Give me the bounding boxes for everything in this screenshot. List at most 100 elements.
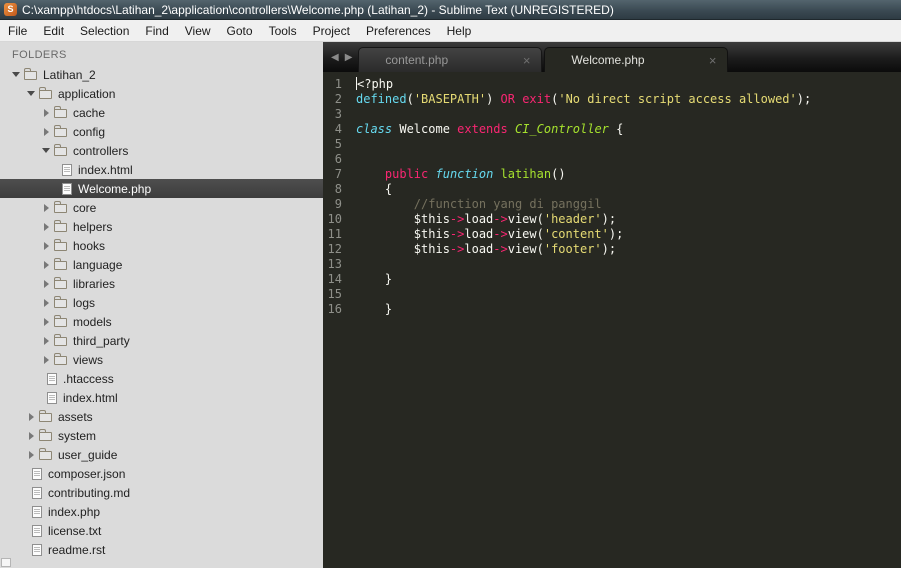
tab-welcome-php[interactable]: Welcome.php × — [544, 47, 729, 72]
tree-item-libraries[interactable]: libraries — [0, 274, 323, 293]
expand-arrow-icon[interactable] — [40, 278, 52, 290]
tree-item-hooks[interactable]: hooks — [0, 236, 323, 255]
expand-arrow-icon[interactable] — [40, 335, 52, 347]
expand-arrow-icon[interactable] — [40, 107, 52, 119]
collapse-arrow-icon[interactable] — [40, 145, 52, 157]
code-line-13[interactable]: 13 — [323, 257, 901, 272]
menu-selection[interactable]: Selection — [72, 21, 137, 41]
token: Welcome — [392, 122, 458, 136]
tree-item-core[interactable]: core — [0, 198, 323, 217]
expand-arrow-icon[interactable] — [40, 297, 52, 309]
tree-item-user-guide[interactable]: user_guide — [0, 445, 323, 464]
expand-arrow-icon[interactable] — [40, 126, 52, 138]
code-line-2[interactable]: 2 defined('BASEPATH') OR exit('No direct … — [323, 92, 901, 107]
tree-item-application[interactable]: application — [0, 84, 323, 103]
code-line-6[interactable]: 6 — [323, 152, 901, 167]
menu-view[interactable]: View — [177, 21, 219, 41]
tab-content-php[interactable]: content.php × — [358, 47, 543, 72]
tree-item-label: helpers — [73, 219, 113, 234]
menu-help[interactable]: Help — [439, 21, 480, 41]
menu-tools[interactable]: Tools — [261, 21, 305, 41]
expand-arrow-icon[interactable] — [25, 430, 37, 442]
expand-arrow-icon[interactable] — [40, 354, 52, 366]
menu-preferences[interactable]: Preferences — [358, 21, 439, 41]
code-line-9[interactable]: 9 //function yang di panggil — [323, 197, 901, 212]
code-line-3[interactable]: 3 — [323, 107, 901, 122]
tree-item-composer-json[interactable]: composer.json — [0, 464, 323, 483]
code-line-11[interactable]: 11 $this->load->view('content'); — [323, 227, 901, 242]
code-line-7[interactable]: 7 public function latihan() — [323, 167, 901, 182]
code-line-16[interactable]: 16 } — [323, 302, 901, 317]
code-line-15[interactable]: 15 — [323, 287, 901, 302]
code-line-5[interactable]: 5 — [323, 137, 901, 152]
expand-arrow-icon[interactable] — [40, 316, 52, 328]
tree-item-cache[interactable]: cache — [0, 103, 323, 122]
tree-item-helpers[interactable]: helpers — [0, 217, 323, 236]
expand-arrow-icon[interactable] — [40, 259, 52, 271]
collapse-arrow-icon[interactable] — [10, 69, 22, 81]
tree-item-controllers[interactable]: controllers — [0, 141, 323, 160]
token: { — [608, 122, 624, 136]
tree-item-third-party[interactable]: third_party — [0, 331, 323, 350]
tab-back-icon[interactable]: ◀ — [331, 52, 339, 63]
collapse-arrow-icon[interactable] — [25, 88, 37, 100]
tree-item-logs[interactable]: logs — [0, 293, 323, 312]
expand-arrow-icon[interactable] — [40, 202, 52, 214]
tree-item-assets[interactable]: assets — [0, 407, 323, 426]
expand-arrow-icon[interactable] — [40, 221, 52, 233]
tree-item-latihan-2[interactable]: Latihan_2 — [0, 65, 323, 84]
code-line-10[interactable]: 10 $this->load->view('header'); — [323, 212, 901, 227]
tree-item-label: index.html — [63, 390, 118, 405]
folder-icon — [54, 201, 67, 213]
code-line-1[interactable]: 1 <?php — [323, 77, 901, 92]
tree-item-language[interactable]: language — [0, 255, 323, 274]
token: } — [356, 272, 393, 286]
folder-icon — [39, 410, 52, 422]
menu-file[interactable]: File — [0, 21, 35, 41]
folder-icon — [39, 448, 52, 460]
line-number: 10 — [327, 212, 342, 226]
tree-item-views[interactable]: views — [0, 350, 323, 369]
tree-item-config[interactable]: config — [0, 122, 323, 141]
tree-item-license-txt[interactable]: license.txt — [0, 521, 323, 540]
folder-icon — [54, 353, 67, 365]
line-number: 3 — [334, 107, 342, 121]
tree-item-index-html[interactable]: index.html — [0, 160, 323, 179]
folder-icon — [54, 258, 67, 270]
expand-arrow-icon[interactable] — [25, 411, 37, 423]
token: 'No direct script access allowed' — [558, 92, 797, 106]
tree-item-label: config — [73, 124, 106, 139]
code-area[interactable]: 1 <?php 2 defined('BASEPATH') OR exit('No d… — [323, 72, 901, 568]
close-tab-icon[interactable]: × — [707, 54, 719, 67]
token: -> — [449, 212, 465, 226]
tree-item-label: Latihan_2 — [43, 67, 96, 82]
menu-find[interactable]: Find — [137, 21, 176, 41]
code-line-14[interactable]: 14 } — [323, 272, 901, 287]
code-line-4[interactable]: 4 class Welcome extends CI_Controller { — [323, 122, 901, 137]
tree-item-index-html[interactable]: index.html — [0, 388, 323, 407]
expand-arrow-icon[interactable] — [25, 449, 37, 461]
expand-arrow-icon[interactable] — [40, 240, 52, 252]
tree-item-system[interactable]: system — [0, 426, 323, 445]
tree-item-models[interactable]: models — [0, 312, 323, 331]
tree-item-readme-rst[interactable]: readme.rst — [0, 540, 323, 559]
close-tab-icon[interactable]: × — [521, 54, 533, 67]
code-line-12[interactable]: 12 $this->load->view('footer'); — [323, 242, 901, 257]
code-line-8[interactable]: 8 { — [323, 182, 901, 197]
menu-project[interactable]: Project — [305, 21, 358, 41]
title-bar[interactable]: S C:\xampp\htdocs\Latihan_2\application\… — [0, 0, 901, 20]
menu-edit[interactable]: Edit — [35, 21, 72, 41]
menu-goto[interactable]: Goto — [219, 21, 261, 41]
folder-icon — [54, 106, 67, 118]
tree-item-label: models — [73, 314, 112, 329]
line-number: 5 — [334, 137, 342, 151]
file-icon — [62, 163, 72, 176]
tree-item-htaccess[interactable]: .htaccess — [0, 369, 323, 388]
tree-item-contributing-md[interactable]: contributing.md — [0, 483, 323, 502]
token: //function yang di panggil — [356, 197, 602, 211]
tree-item-welcome-php[interactable]: Welcome.php — [0, 179, 323, 198]
tab-forward-icon[interactable]: ▶ — [345, 52, 353, 63]
tree-item-index-php[interactable]: index.php — [0, 502, 323, 521]
token: exit — [522, 92, 552, 106]
code-text: } — [356, 302, 392, 317]
